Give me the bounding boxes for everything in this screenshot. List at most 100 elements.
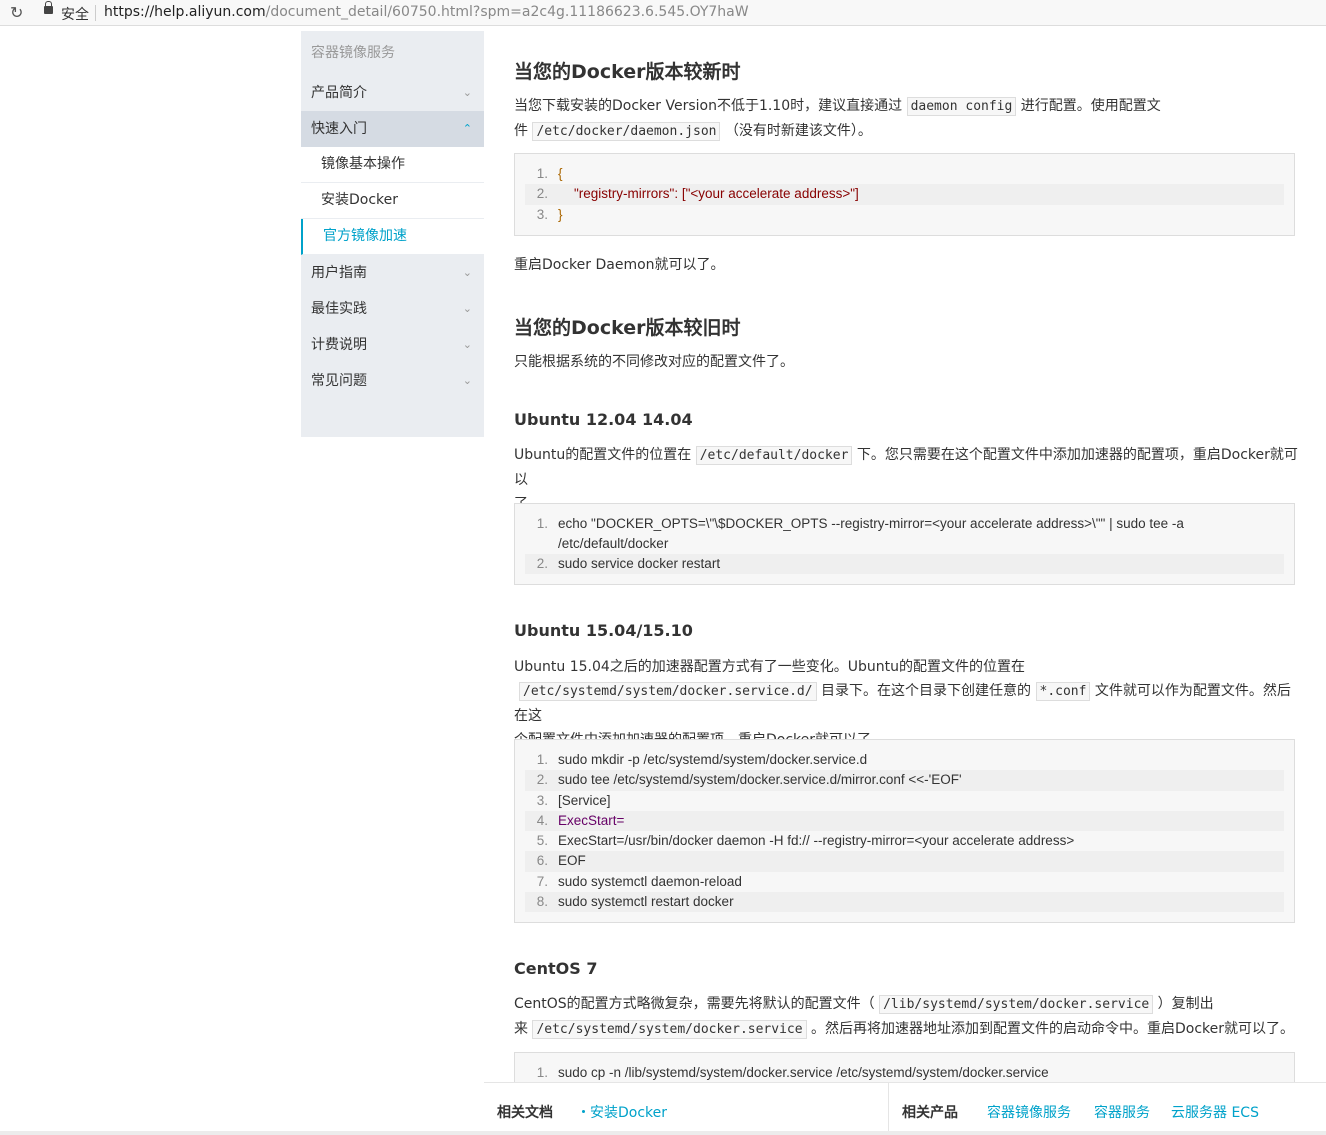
code-text: sudo systemctl restart docker	[558, 894, 734, 910]
chevron-up-icon: ⌃	[462, 122, 472, 135]
code-text: sudo service docker restart	[558, 556, 721, 571]
sidebar-subitem-install-docker[interactable]: 安装Docker	[301, 183, 484, 219]
inline-code: daemon config	[906, 97, 1017, 116]
code-line: 5. ExecStart=/usr/bin/docker daemon -H fd…	[536, 833, 1075, 849]
inline-code: /etc/default/docker	[695, 446, 853, 465]
sidebar-item-user-guide[interactable]: 用户指南 ⌄	[301, 255, 484, 291]
code-line: 2. sudo tee /etc/systemd/system/docker.se…	[525, 770, 1284, 791]
inline-code: *.conf	[1035, 682, 1091, 701]
lock-icon	[44, 1, 53, 14]
text: 当您下载安装的Docker Version不低于1.10时，建议直接通过	[514, 98, 903, 114]
chevron-down-icon: ⌄	[462, 374, 472, 387]
text: 进行配置。使用配置文	[1020, 98, 1161, 114]
code-text: ExecStart=/usr/bin/docker daemon -H fd:/…	[558, 833, 1075, 849]
code-line: 6. EOF	[525, 851, 1284, 872]
inline-code: /lib/systemd/system/docker.service	[879, 995, 1154, 1014]
code-line: 7. sudo systemctl daemon-reload	[536, 873, 742, 889]
sidebar-subitem-label: 安装Docker	[321, 192, 399, 208]
code-text: [Service]	[558, 792, 611, 808]
text: ）复制出	[1157, 996, 1214, 1012]
url-path: /document_detail/60750.html?spm=a2c4g.11…	[265, 4, 749, 20]
code-block-ubuntu-1204[interactable]: 1. echo "DOCKER_OPTS=\"\$DOCKER_OPTS --re…	[514, 503, 1295, 586]
code-text: sudo tee /etc/systemd/system/docker.serv…	[558, 772, 962, 788]
chevron-down-icon: ⌄	[462, 86, 472, 99]
sidebar-item-billing[interactable]: 计费说明 ⌄	[301, 327, 484, 363]
sidebar-subitem-image-basics[interactable]: 镜像基本操作	[301, 147, 484, 183]
sidebar-item-faq[interactable]: 常见问题 ⌄	[301, 363, 484, 399]
chevron-down-icon: ⌄	[462, 338, 472, 351]
sidebar-title[interactable]: 容器镜像服务	[301, 31, 484, 75]
paragraph-ubuntu-1504: Ubuntu 15.04之后的加速器配置方式有了一些变化。Ubuntu的配置文件…	[514, 655, 1304, 752]
related-docs-label: 相关文档	[497, 1105, 553, 1121]
related-doc-link[interactable]: 安装Docker	[590, 1102, 667, 1122]
sidebar-item-label: 计费说明	[311, 337, 367, 353]
chevron-down-icon: ⌄	[462, 302, 472, 315]
sidebar-item-quick-start[interactable]: 快速入门 ⌃	[301, 111, 484, 147]
paragraph-newer-docker: 当您下载安装的Docker Version不低于1.10时，建议直接通过 dae…	[514, 94, 1304, 144]
sidebar-subitem-label: 镜像基本操作	[321, 156, 405, 172]
code-block-daemon-json[interactable]: 1.{ 2. "registry-mirrors": ["<your accele…	[514, 153, 1295, 236]
chevron-down-icon: ⌄	[462, 266, 472, 279]
code-text: }	[558, 206, 563, 222]
sidebar-item-best-practices[interactable]: 最佳实践 ⌄	[301, 291, 484, 327]
sidebar-item-label: 最佳实践	[311, 301, 367, 317]
heading-ubuntu-1504: Ubuntu 15.04/15.10	[514, 621, 693, 640]
sidebar-item-label: 快速入门	[311, 121, 367, 137]
text: Ubuntu 15.04之后的加速器配置方式有了一些变化。Ubuntu的配置文件…	[514, 659, 1026, 675]
code-text: echo "DOCKER_OPTS=\"\$DOCKER_OPTS --regi…	[558, 516, 1184, 551]
related-products-label: 相关产品	[902, 1105, 958, 1121]
code-line: 1. sudo cp -n /lib/systemd/system/docker.…	[536, 1065, 1049, 1080]
text: CentOS的配置方式略微复杂，需要先将默认的配置文件（	[514, 996, 875, 1012]
text: 目录下。在这个目录下创建任意的	[821, 683, 1032, 699]
text: Ubuntu的配置文件的位置在	[514, 447, 692, 463]
inline-code: /etc/systemd/system/docker.service.d/	[519, 682, 817, 701]
code-text: {	[558, 166, 563, 181]
bullet-icon	[582, 1110, 585, 1113]
footer-divider	[888, 1083, 889, 1135]
browser-address-bar[interactable]: ↻ 安全 https://help.aliyun.com/document_de…	[0, 0, 1326, 26]
inline-code: /etc/systemd/system/docker.service	[532, 1020, 807, 1039]
heading-centos-7: CentOS 7	[514, 959, 598, 978]
code-text: sudo cp -n /lib/systemd/system/docker.se…	[558, 1065, 1049, 1080]
paragraph-older-docker: 只能根据系统的不同修改对应的配置文件了。	[514, 354, 794, 370]
product-link-container-service[interactable]: 容器服务	[1094, 1102, 1150, 1122]
code-line: 2. sudo service docker restart	[525, 554, 1284, 575]
heading-ubuntu-1204: Ubuntu 12.04 14.04	[514, 410, 693, 429]
related-footer-bar: 相关文档 安装Docker 相关产品 容器镜像服务 容器服务 云服务器 ECS	[484, 1082, 1326, 1135]
code-line: 1. echo "DOCKER_OPTS=\"\$DOCKER_OPTS --re…	[525, 514, 1284, 554]
secure-label: 安全	[61, 7, 89, 23]
heading-older-docker: 当您的Docker版本较旧时	[514, 317, 741, 339]
address-divider	[95, 5, 96, 21]
code-line: 1. sudo mkdir -p /etc/systemd/system/dock…	[536, 752, 868, 767]
code-text: sudo systemctl daemon-reload	[558, 873, 742, 889]
sidebar-item-label: 常见问题	[311, 373, 367, 389]
reload-icon[interactable]: ↻	[10, 3, 23, 22]
url-text[interactable]: https://help.aliyun.com/document_detail/…	[104, 4, 749, 20]
code-line: 1.{	[536, 166, 563, 181]
code-text: EOF	[558, 853, 586, 869]
sidebar-subitem-label: 官方镜像加速	[323, 228, 407, 244]
sidebar-item-product-intro[interactable]: 产品简介 ⌄	[301, 75, 484, 111]
text: （没有时新建该文件）。	[724, 123, 872, 139]
code-line: 3. [Service]	[536, 792, 611, 808]
sidebar-item-label: 产品简介	[311, 85, 367, 101]
paragraph-centos-7: CentOS的配置方式略微复杂，需要先将默认的配置文件（ /lib/system…	[514, 992, 1304, 1042]
code-line: 4. ExecStart=	[525, 810, 1284, 832]
text: 来	[514, 1021, 528, 1037]
code-line: 8. sudo systemctl restart docker	[525, 892, 1284, 913]
code-block-ubuntu-1504[interactable]: 1. sudo mkdir -p /etc/systemd/system/dock…	[514, 739, 1295, 924]
doc-sidebar: 容器镜像服务 产品简介 ⌄ 快速入门 ⌃ 镜像基本操作 安装Docker 官方镜…	[301, 31, 484, 437]
text: 件	[514, 123, 528, 139]
text: 。然后再将加速器地址添加到配置文件的启动命令中。重启Docker就可以了。	[811, 1021, 1295, 1037]
window-bottom-edge	[0, 1131, 1326, 1135]
code-text: sudo mkdir -p /etc/systemd/system/docker…	[558, 752, 868, 767]
code-text: ExecStart=	[558, 812, 625, 828]
sidebar-item-label: 用户指南	[311, 265, 367, 281]
code-line: 2. "registry-mirrors": ["<your accelerate…	[525, 184, 1284, 205]
product-link-ecs[interactable]: 云服务器 ECS	[1171, 1102, 1259, 1122]
paragraph-restart: 重启Docker Daemon就可以了。	[514, 257, 725, 273]
product-link-container-registry[interactable]: 容器镜像服务	[987, 1102, 1071, 1122]
sidebar-subitem-mirror-accelerator[interactable]: 官方镜像加速	[301, 219, 484, 255]
heading-newer-docker: 当您的Docker版本较新时	[514, 61, 741, 83]
code-line: 3.}	[536, 206, 563, 222]
